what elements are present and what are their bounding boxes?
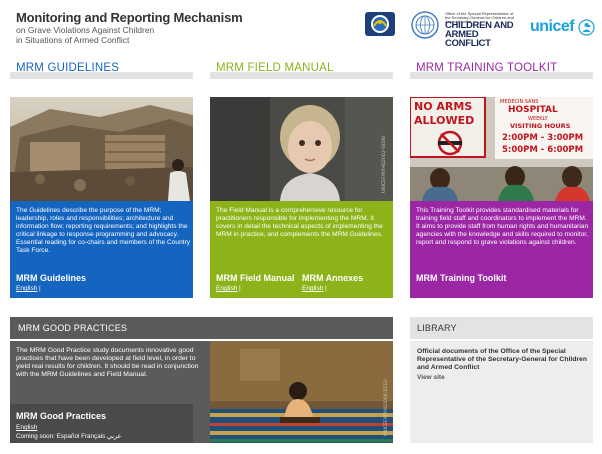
child-portrait-image: UNICEF/NYHQ2002-0456/	[210, 97, 393, 201]
hospital-sign-image: NO ARMS ALLOWED MEDECIN SANS HOSPITAL WE…	[410, 97, 593, 201]
good-practices-photo-watermark: UNICEF/NYHQ2006-1532/	[383, 378, 389, 436]
training-toolkit-title-link[interactable]: MRM Training Toolkit	[416, 273, 506, 283]
hospital-sign-line-6: 5:00PM - 6:00PM	[502, 145, 583, 155]
guidelines-photo[interactable]	[10, 97, 193, 201]
site-subtitle: on Grave Violations Against Children in …	[16, 25, 216, 45]
good-practices-links-box: MRM Good Practices English Coming soon: …	[10, 404, 193, 443]
field-manual-description: The Field Manual is a comprehensive reso…	[216, 207, 383, 238]
site-title[interactable]: Monitoring and Reporting Mechanism	[16, 10, 243, 25]
good-practices-english-link[interactable]: English	[16, 424, 37, 431]
good-practices-title-link[interactable]: MRM Good Practices	[16, 411, 106, 421]
training-toolkit-photo[interactable]: NO ARMS ALLOWED MEDECIN SANS HOSPITAL WE…	[410, 97, 593, 201]
mrm-emblem-logo[interactable]	[363, 10, 397, 38]
library-heading[interactable]: LIBRARY	[417, 323, 457, 333]
field-manual-title-link[interactable]: MRM Field Manual	[216, 273, 295, 283]
field-manual-panel: The Field Manual is a comprehensive reso…	[210, 201, 393, 298]
annexes-link-separator: |	[325, 285, 327, 292]
unicef-logo[interactable]: unicef	[530, 18, 595, 36]
subtitle-line-1: on Grave Violations Against Children	[16, 25, 155, 35]
child-on-mat-image: UNICEF/NYHQ2006-1532/	[210, 341, 393, 443]
good-practices-description: The MRM Good Practice study documents in…	[16, 347, 199, 378]
good-practices-coming-soon: Coming soon: Español Français عربي	[16, 433, 122, 440]
guidelines-description: The Guidelines describe the purpose of t…	[16, 207, 191, 254]
field-manual-photo-watermark: UNICEF/NYHQ2002-0456/	[381, 135, 387, 193]
field-manual-heading[interactable]: MRM FIELD MANUAL	[216, 62, 334, 78]
training-toolkit-heading[interactable]: MRM TRAINING TOOLKIT	[416, 62, 557, 78]
field-manual-photo[interactable]: UNICEF/NYHQ2002-0456/	[210, 97, 393, 201]
good-practices-heading[interactable]: MRM GOOD PRACTICES	[18, 323, 127, 333]
view-site-link[interactable]: View site	[417, 374, 445, 381]
good-practices-panel: The MRM Good Practice study documents in…	[10, 341, 210, 443]
no-arms-sign-line-1: NO ARMS	[414, 100, 472, 113]
guidelines-panel: The Guidelines describe the purpose of t…	[10, 201, 193, 298]
no-arms-sign-line-2: ALLOWED	[414, 114, 474, 127]
training-toolkit-panel: This Training Toolkit provides standardi…	[410, 201, 593, 298]
guidelines-link-separator: |	[39, 285, 41, 292]
annexes-english-link[interactable]: English	[302, 285, 323, 292]
unicef-wordmark: unicef	[530, 18, 575, 35]
subtitle-line-2: in Situations of Armed Conflict	[16, 35, 130, 45]
field-manual-english-link[interactable]: English	[216, 285, 237, 292]
ruined-building-image	[10, 97, 193, 201]
library-panel: Official documents of the Office of the …	[410, 341, 593, 443]
hospital-sign-line-2: HOSPITAL	[508, 105, 558, 115]
training-toolkit-description: This Training Toolkit provides standardi…	[416, 207, 589, 246]
guidelines-english-link[interactable]: English	[16, 285, 37, 292]
un-logo[interactable]	[410, 10, 440, 40]
hospital-sign-line-5: 2:00PM - 3:00PM	[502, 133, 583, 143]
cac-title-line-2: ARMED CONFLICT	[445, 29, 491, 49]
unicef-emblem-icon	[578, 18, 595, 36]
guidelines-title-link[interactable]: MRM Guidelines	[16, 273, 86, 283]
children-armed-conflict-logo[interactable]: Office of the Special Representative of …	[445, 10, 517, 49]
good-practices-photo[interactable]: UNICEF/NYHQ2006-1532/	[210, 341, 393, 443]
annexes-title-link[interactable]: MRM Annexes	[302, 273, 363, 283]
library-description: Official documents of the Office of the …	[417, 348, 587, 371]
library-header[interactable]: LIBRARY	[410, 317, 593, 339]
field-manual-link-separator: |	[239, 285, 241, 292]
hospital-sign-line-4: VISITING HOURS	[510, 122, 571, 130]
site-header: Monitoring and Reporting Mechanism on Gr…	[0, 0, 602, 56]
good-practices-header[interactable]: MRM GOOD PRACTICES	[10, 317, 393, 339]
cac-title: CHILDREN AND ARMED CONFLICT	[445, 21, 517, 49]
guidelines-heading[interactable]: MRM GUIDELINES	[16, 62, 119, 78]
